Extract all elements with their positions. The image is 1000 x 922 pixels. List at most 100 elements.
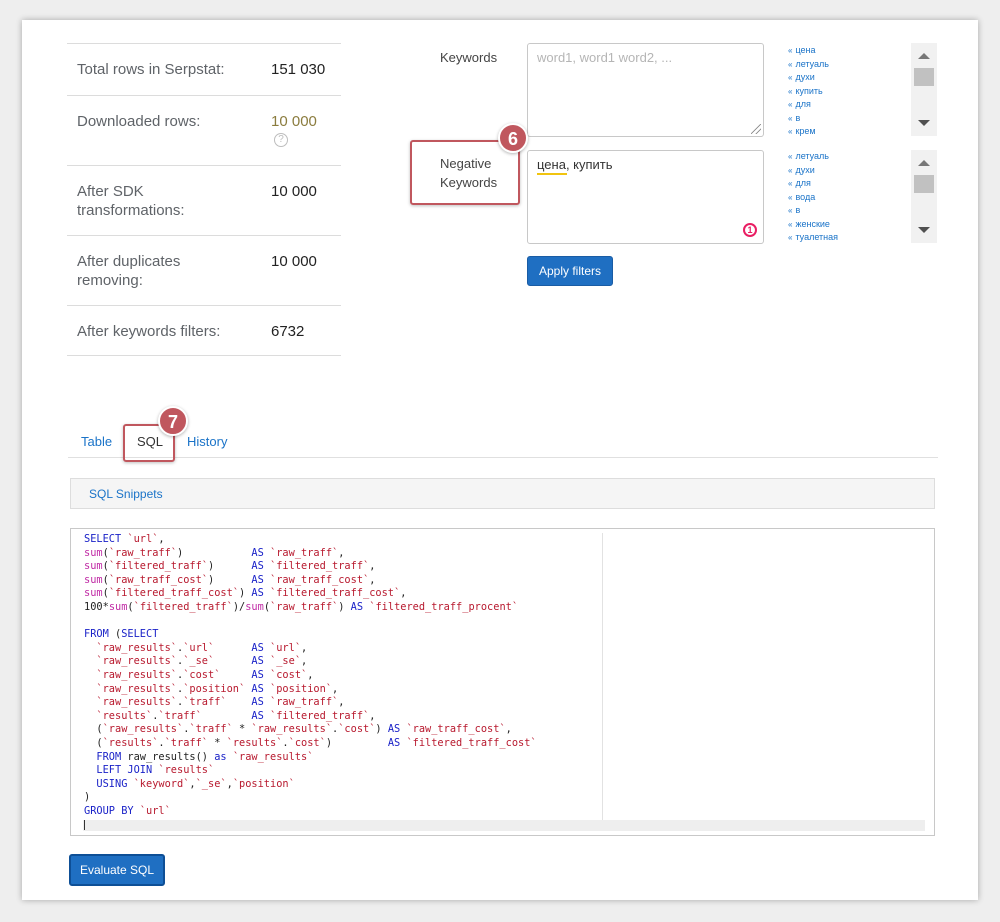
sql-token: `raw_traff_cost` [108,573,209,586]
sql-token: , [338,696,345,709]
resize-handle-icon[interactable] [751,124,761,134]
scroll-down-icon[interactable] [918,120,930,126]
scroll-down-icon[interactable] [918,227,930,233]
suggestion-item[interactable]: «цена [788,44,908,58]
sql-token: AS [387,723,407,736]
sql-token: ) [375,723,388,736]
sql-code-line: (`results`.`traff` * `results`.`cost`) A… [84,736,536,751]
sql-token: , [369,709,376,722]
sql-token: `results` [96,709,153,722]
suggest-arrow-icon: « [788,192,793,202]
negative-keywords-suggestions-scrollbar[interactable] [911,150,937,243]
suggestion-item[interactable]: «туалетная [788,231,908,244]
apply-filters-button[interactable]: Apply filters [527,256,613,286]
suggestion-item[interactable]: «для [788,177,908,191]
stat-row-total: Total rows in Serpstat: 151 030 [67,43,341,95]
sql-token: `raw_traff_cost` [406,723,506,736]
suggestion-text: духи [795,164,815,175]
keywords-placeholder: word1, word1 word2, ... [537,50,673,65]
suggestion-item[interactable]: «для [788,98,908,112]
suggestion-item[interactable]: «в [788,204,908,218]
sql-token: `raw_results` [102,723,184,736]
sql-token: , [301,655,308,668]
stat-row-duplicates: After duplicates removing: 10 000 [67,235,341,305]
sql-snippets-bar[interactable]: SQL Snippets [70,478,935,509]
sql-token: FROM [84,628,115,641]
scroll-thumb[interactable] [914,175,934,193]
sql-token: ) [177,546,252,559]
sql-token: `raw_results` [96,682,177,695]
tab-bar: Table SQL History [68,428,938,458]
tab-history[interactable]: History [187,434,227,449]
negative-keywords-value: цена, купить [537,157,613,172]
suggestion-item[interactable]: «духи [788,71,908,85]
stats-table: Total rows in Serpstat: 151 030 Download… [67,43,341,356]
sql-token: ) [84,791,91,804]
sql-token: AS [350,600,370,613]
sql-token: AS [251,641,271,654]
sql-code-line: sum(`raw_traff_cost`) AS `raw_traff_cost… [84,574,537,588]
evaluate-sql-button[interactable]: Evaluate SQL [69,854,165,886]
stat-value: 151 030 [271,61,326,78]
suggestion-item[interactable]: «купить [788,85,908,99]
sql-token: as [214,750,233,763]
sql-token: , [369,573,376,586]
sql-token: , [338,546,345,559]
sql-token: `traff` [158,709,202,722]
sql-token: `traff` [189,723,233,736]
tab-table[interactable]: Table [81,434,112,449]
keywords-input[interactable]: word1, word1 word2, ... [527,43,764,137]
sql-token: `cost` [288,736,326,749]
stat-value: 10 000 [271,253,317,270]
grammar-check-icon[interactable]: 1 [743,223,757,237]
sql-token: ) [208,560,252,573]
suggest-arrow-icon: « [788,86,793,96]
sql-code-line: 100*sum(`filtered_traff`)/sum(`raw_traff… [84,601,537,615]
stat-label: After SDK transformations: [77,183,185,219]
suggest-arrow-icon: « [788,165,793,175]
suggestion-item[interactable]: «крем [788,125,908,138]
sql-token: `position` [183,682,246,695]
sql-token: `_se` [270,655,302,668]
sql-code-line: `results`.`traff` AS `filtered_traff`, [84,710,537,724]
sql-token: , [505,723,512,736]
sql-token: ) [325,736,388,749]
suggestion-text: женские [795,218,830,229]
sql-token: `filtered_traff_cost` [108,587,239,600]
suggestion-item[interactable]: «женские [788,218,908,232]
sql-token: , [307,668,314,681]
editor-horizontal-scrollbar[interactable] [83,820,925,831]
sql-token: raw_results() [127,750,215,763]
suggestion-item[interactable]: «летуаль [788,150,908,164]
help-icon[interactable]: ? [274,133,288,147]
sql-code[interactable]: SELECT `url`, sum(`raw_traff`) AS `raw_tr… [84,533,537,818]
keywords-suggestions-scrollbar[interactable] [911,43,937,136]
sql-token: `_se` [183,655,215,668]
suggestion-item[interactable]: «вода [788,191,908,205]
sql-token: sum [84,546,103,559]
stat-label: After duplicates removing: [77,253,181,289]
suggest-arrow-icon: « [788,73,793,82]
sql-code-line: SELECT `url`, [84,533,537,547]
suggest-arrow-icon: « [788,152,793,161]
suggestion-item[interactable]: «духи [788,164,908,178]
sql-editor[interactable]: SELECT `url`, sum(`raw_traff`) AS `raw_tr… [70,528,935,836]
sql-token: ( [84,736,103,749]
suggestion-item[interactable]: «летуаль [788,58,908,72]
sql-token: `url` [183,641,215,654]
suggestion-text: летуаль [795,58,829,69]
negative-keywords-input[interactable]: цена, купить 1 [527,150,764,244]
sql-code-line: USING `keyword`,`_se`,`position` [84,778,537,792]
scroll-up-icon[interactable] [918,53,930,59]
sql-token: `filtered_traff_procent` [369,600,519,613]
suggestion-item[interactable]: «в [788,112,908,126]
sql-token: AS [251,696,271,709]
scroll-up-icon[interactable] [918,160,930,166]
sql-token: `filtered_traff` [108,560,209,573]
sql-code-line: `raw_results`.`cost` AS `cost`, [84,669,537,683]
scroll-thumb[interactable] [914,68,934,86]
sql-snippets-link[interactable]: SQL Snippets [89,487,163,501]
